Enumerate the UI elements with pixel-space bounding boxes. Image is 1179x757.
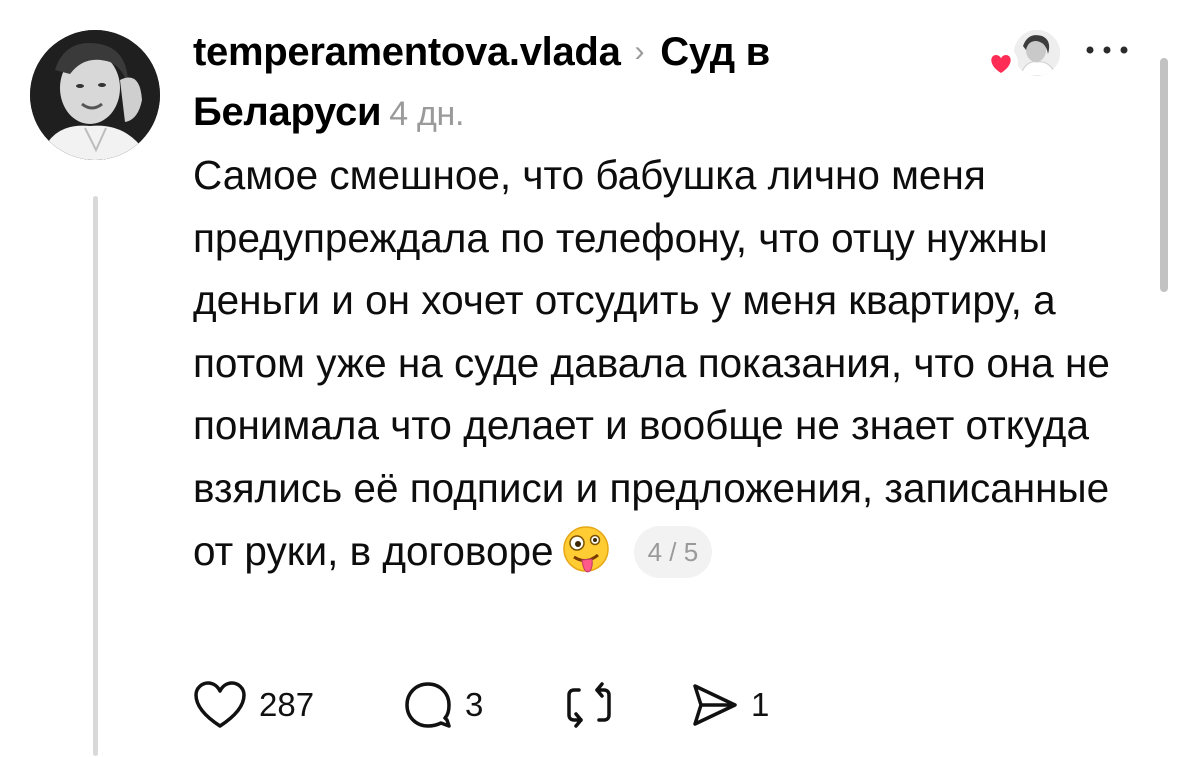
share-count: 1 [751,686,770,723]
post-header: temperamentova.vlada › Суд в Беларуси 4 дн. [193,24,973,143]
speech-bubble-icon [405,682,451,728]
chevron-right-icon: › [634,35,645,68]
repost-icon [567,682,611,728]
like-count: 287 [259,686,315,723]
post-content: Самое смешное, что бабушка лично меня пр… [193,144,1143,594]
liked-by-avatar[interactable] [1012,28,1062,78]
heart-outline-icon [194,681,246,728]
author-avatar[interactable] [30,30,160,160]
like-button[interactable]: 287 [193,678,314,732]
post-time: 4 дн. [389,95,465,133]
share-button[interactable]: 1 [689,678,769,732]
author-username[interactable]: temperamentova.vlada [193,30,621,74]
send-icon [693,684,737,726]
thread-line [93,196,98,756]
ellipsis-icon [1086,46,1128,54]
pager-badge[interactable]: 4 / 5 [633,525,713,578]
more-options-button[interactable] [1080,38,1134,62]
reply-button[interactable]: 3 [403,678,483,732]
repost-button[interactable] [565,678,613,732]
zany-face-emoji [560,525,612,595]
heart-icon [984,46,1018,80]
scrollbar[interactable] [1160,58,1168,292]
post-text: Самое смешное, что бабушка лично меня пр… [193,152,1110,574]
reply-count: 3 [465,686,484,723]
